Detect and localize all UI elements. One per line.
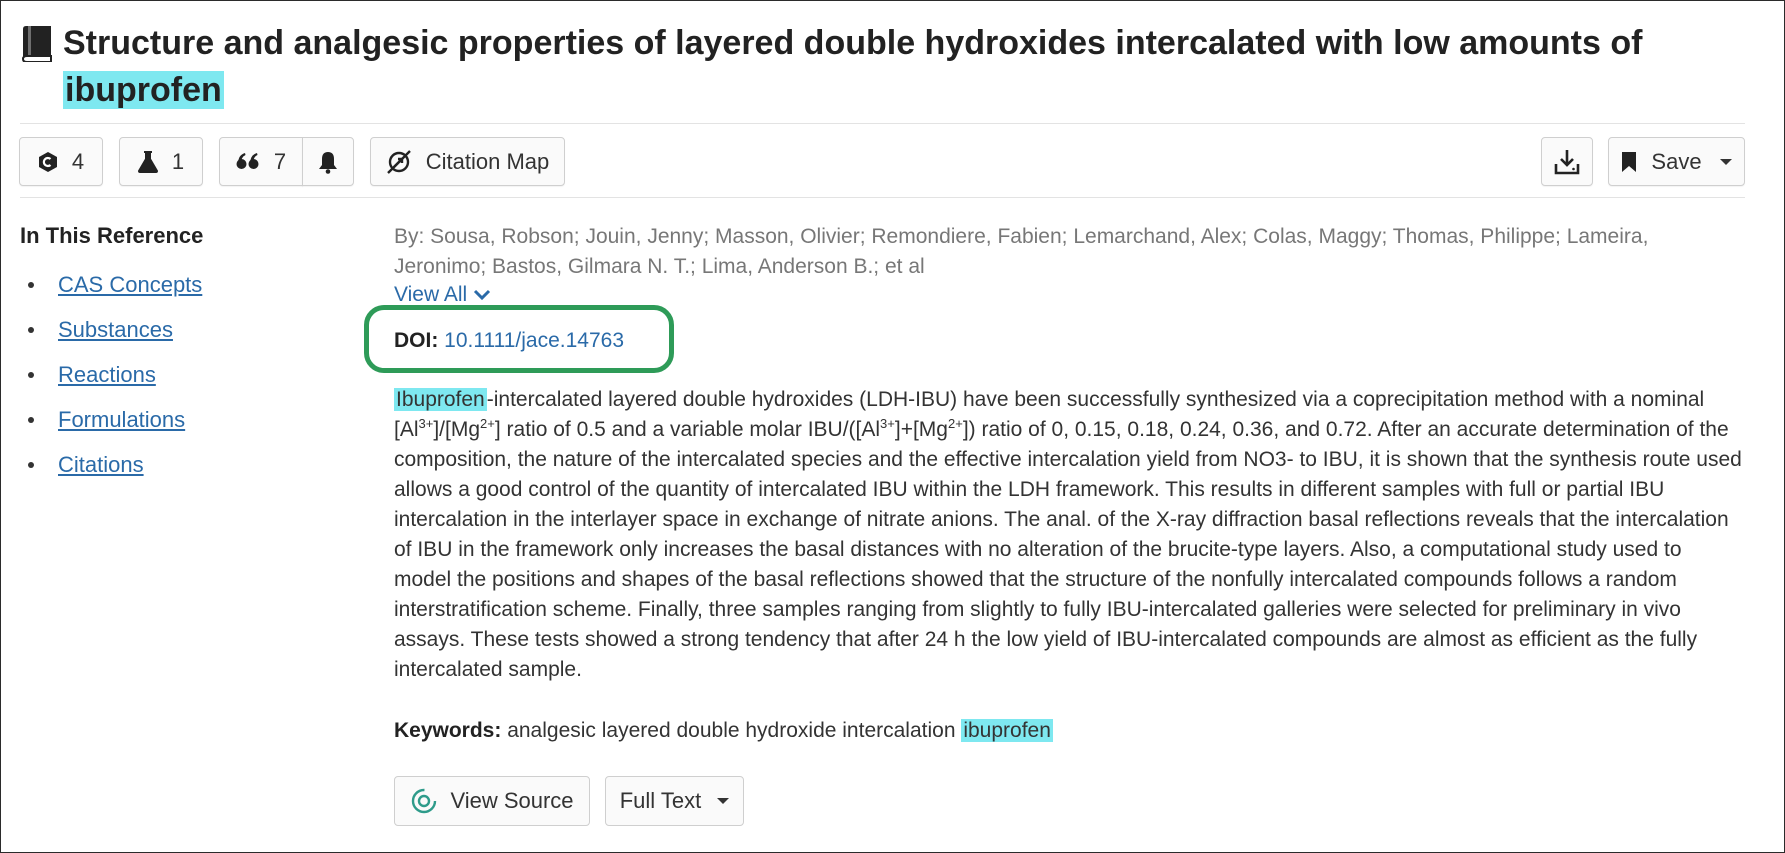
keywords-highlight: ibuprofen xyxy=(961,719,1053,742)
sidebar-link-citations[interactable]: Citations xyxy=(58,452,144,478)
citations-count: 7 xyxy=(273,148,287,174)
citation-map-label: Citation Map xyxy=(425,148,550,174)
citation-map-icon xyxy=(386,149,411,174)
quote-icon xyxy=(236,152,259,169)
bullet xyxy=(28,461,34,468)
sidebar-link-formulations[interactable]: Formulations xyxy=(58,407,185,433)
abstract-highlight: Ibuprofen xyxy=(394,388,487,411)
sidebar-nav: CAS Concepts Substances Reactions Formul… xyxy=(20,262,202,487)
save-button[interactable]: Save xyxy=(1608,137,1745,186)
view-source-button[interactable]: View Source xyxy=(394,776,590,826)
bullet xyxy=(28,416,34,423)
title-divider xyxy=(20,123,1745,124)
sidebar-item-substances: Substances xyxy=(20,307,202,352)
bullet xyxy=(28,371,34,378)
sidebar-link-reactions[interactable]: Reactions xyxy=(58,362,156,388)
bullet xyxy=(28,281,34,288)
page-title: Structure and analgesic properties of la… xyxy=(20,20,1740,114)
view-source-label: View Source xyxy=(450,788,574,813)
chevron-down-icon xyxy=(717,798,730,804)
bookmark-icon xyxy=(1622,151,1637,172)
sidebar-heading: In This Reference xyxy=(20,223,204,248)
sidebar-item-formulations: Formulations xyxy=(20,397,202,442)
doi-link[interactable]: 10.1111/jace.14763 xyxy=(444,329,624,352)
chevron-down-icon xyxy=(1719,158,1732,165)
bell-icon xyxy=(319,151,337,174)
book-icon xyxy=(21,26,52,62)
abstract-text: ]+[Mg xyxy=(894,418,948,441)
citations-button[interactable]: 7 xyxy=(219,137,303,186)
superscript: 3+ xyxy=(880,416,895,431)
toolbar-divider xyxy=(20,197,1745,198)
reactions-button[interactable]: 1 xyxy=(119,137,203,186)
keywords-text: analgesic layered double hydroxide inter… xyxy=(507,719,962,742)
keywords: Keywords: analgesic layered double hydro… xyxy=(394,716,1744,746)
sidebar-link-substances[interactable]: Substances xyxy=(58,317,173,343)
alert-button[interactable] xyxy=(302,137,354,186)
download-icon xyxy=(1554,149,1580,174)
doi-label: DOI: xyxy=(394,329,439,352)
substance-hexagon-icon xyxy=(38,151,57,172)
flask-icon xyxy=(137,150,158,173)
sidebar-item-citations: Citations xyxy=(20,442,202,487)
abstract-text: ]/[Mg xyxy=(433,418,481,441)
abstract: Ibuprofen-intercalated layered double hy… xyxy=(394,385,1744,685)
view-source-icon xyxy=(412,788,437,814)
full-text-label: Full Text xyxy=(619,788,702,813)
superscript: 3+ xyxy=(418,416,434,431)
title-row: Structure and analgesic properties of la… xyxy=(20,20,1740,114)
reactions-count: 1 xyxy=(171,148,185,174)
abstract-text: ] ratio of 0.5 and a variable molar IBU/… xyxy=(494,418,881,441)
title-text: Structure and analgesic properties of la… xyxy=(63,24,1643,62)
doi-row: DOI: 10.1111/jace.14763 xyxy=(394,326,624,356)
substances-button[interactable]: 4 xyxy=(19,137,103,186)
full-text-button[interactable]: Full Text xyxy=(605,776,744,826)
keywords-label: Keywords: xyxy=(394,719,502,742)
sidebar-item-reactions: Reactions xyxy=(20,352,202,397)
sidebar-link-cas-concepts[interactable]: CAS Concepts xyxy=(58,272,202,298)
sidebar-item-cas-concepts: CAS Concepts xyxy=(20,262,202,307)
download-button[interactable] xyxy=(1541,137,1593,186)
abstract-text: ]) ratio of 0, 0.15, 0.18, 0.24, 0.36, a… xyxy=(394,418,1742,681)
chevron-down-icon xyxy=(474,289,491,301)
authors-list: By: Sousa, Robson; Jouin, Jenny; Masson,… xyxy=(394,225,1649,278)
bullet xyxy=(28,326,34,333)
substances-count: 4 xyxy=(71,148,85,174)
citation-map-button[interactable]: Citation Map xyxy=(370,137,565,186)
superscript: 2+ xyxy=(480,416,495,431)
save-label: Save xyxy=(1651,148,1702,174)
superscript: 2+ xyxy=(947,416,963,431)
title-highlight: ibuprofen xyxy=(63,71,224,109)
